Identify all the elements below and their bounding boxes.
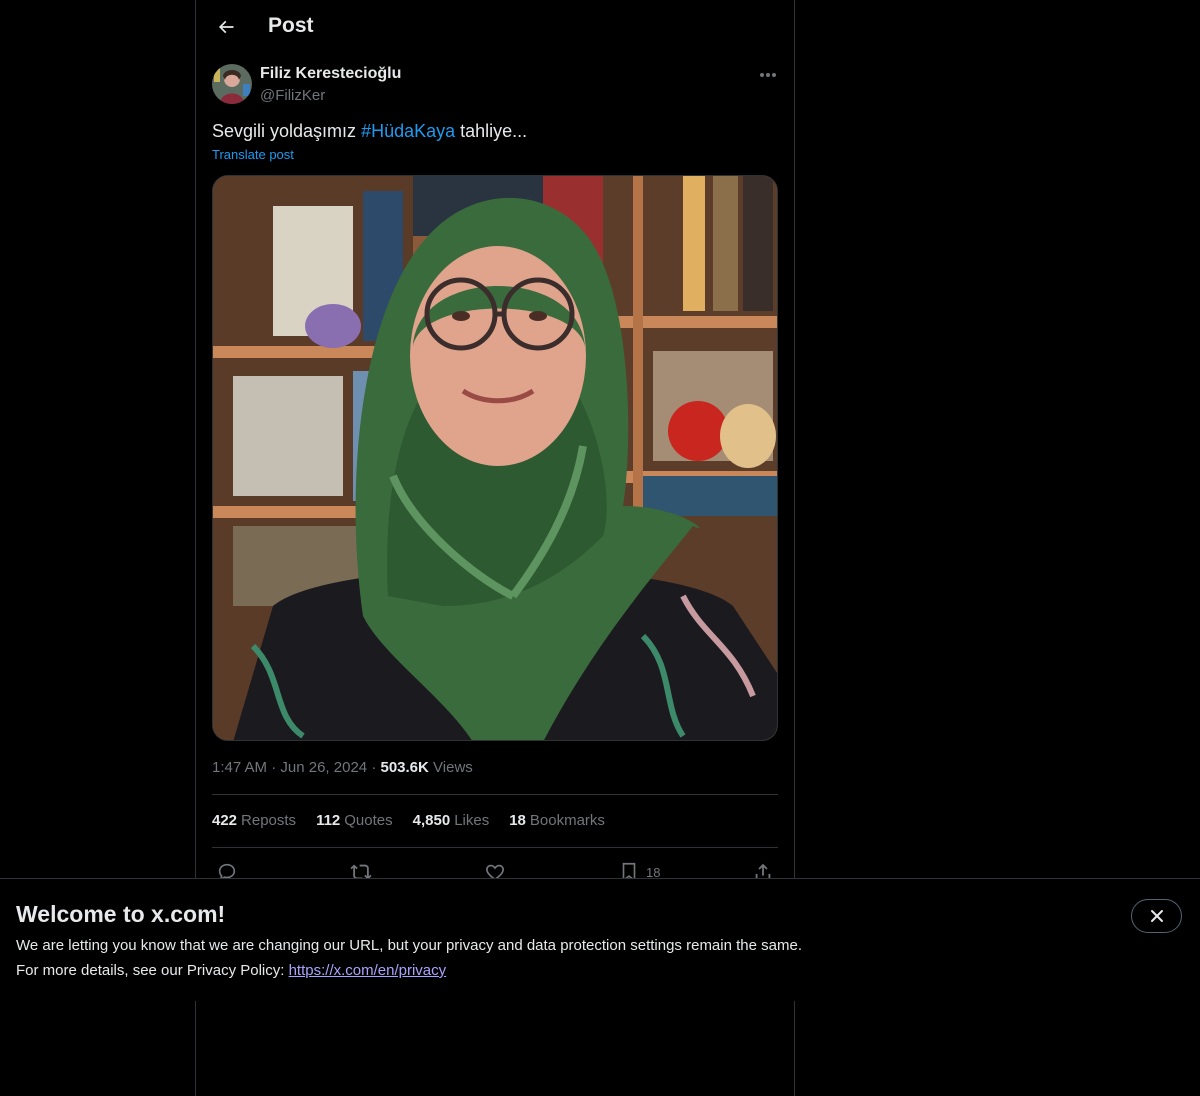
views-label: Views	[433, 759, 473, 776]
back-button[interactable]	[208, 9, 244, 45]
post-meta: 1:47 AM · Jun 26, 2024 · 503.6K Views	[212, 759, 473, 776]
quotes-count: 112	[316, 812, 341, 829]
close-icon	[1150, 910, 1163, 922]
author-display-name[interactable]: Filiz Kerestecioğlu	[260, 65, 401, 83]
bookmarks-stat[interactable]: 18 Bookmarks	[509, 812, 605, 829]
divider-2	[212, 847, 778, 848]
more-options-button[interactable]	[754, 64, 782, 86]
banner-message: We are letting you know that we are chan…	[16, 937, 802, 954]
views-count: 503.6K	[380, 759, 429, 776]
post-time[interactable]: 1:47 AM	[212, 759, 267, 776]
bookmarks-count: 18	[509, 812, 526, 829]
post-text-start: Sevgili yoldaşımız	[212, 121, 362, 141]
reposts-count: 422	[212, 812, 238, 829]
post-text: Sevgili yoldaşımız #HüdaKaya tahliye...	[212, 119, 527, 143]
bookmarks-label: Bookmarks	[529, 812, 605, 829]
likes-count: 4,850	[412, 812, 451, 829]
meta-separator: ·	[271, 759, 277, 776]
reposts-label: Reposts	[241, 812, 297, 829]
divider	[212, 794, 778, 795]
avatar[interactable]	[212, 64, 252, 104]
banner-privacy-line: For more details, see our Privacy Policy…	[16, 962, 446, 979]
more-horizontal-icon	[760, 73, 776, 77]
close-banner-button[interactable]	[1131, 899, 1182, 933]
likes-stat[interactable]: 4,850 Likes	[413, 812, 490, 829]
hashtag-link[interactable]: #HüdaKaya	[361, 121, 455, 141]
meta-separator-2: ·	[371, 759, 377, 776]
engagement-stats: 422 Reposts 112 Quotes 4,850 Likes 18 Bookma…	[212, 812, 605, 829]
post-text-end: tahliye...	[455, 121, 528, 141]
post-header: Post	[196, 0, 794, 54]
author-handle[interactable]: @FilizKer	[260, 87, 325, 104]
quotes-label: Quotes	[344, 812, 393, 829]
reposts-stat[interactable]: 422 Reposts	[212, 812, 296, 829]
likes-label: Likes	[454, 812, 490, 829]
translate-post-link[interactable]: Translate post	[212, 147, 294, 162]
quotes-stat[interactable]: 112 Quotes	[316, 812, 393, 829]
arrow-left-icon	[218, 20, 234, 34]
banner-title: Welcome to x.com!	[16, 901, 226, 927]
page-title: Post	[268, 14, 314, 37]
welcome-banner: Welcome to x.com! We are letting you kno…	[0, 878, 1200, 1001]
banner-privacy-prefix: For more details, see our Privacy Policy…	[16, 962, 289, 979]
post-date[interactable]: Jun 26, 2024	[280, 759, 367, 776]
post-image[interactable]	[212, 175, 778, 741]
privacy-policy-link[interactable]: https://x.com/en/privacy	[289, 962, 447, 979]
